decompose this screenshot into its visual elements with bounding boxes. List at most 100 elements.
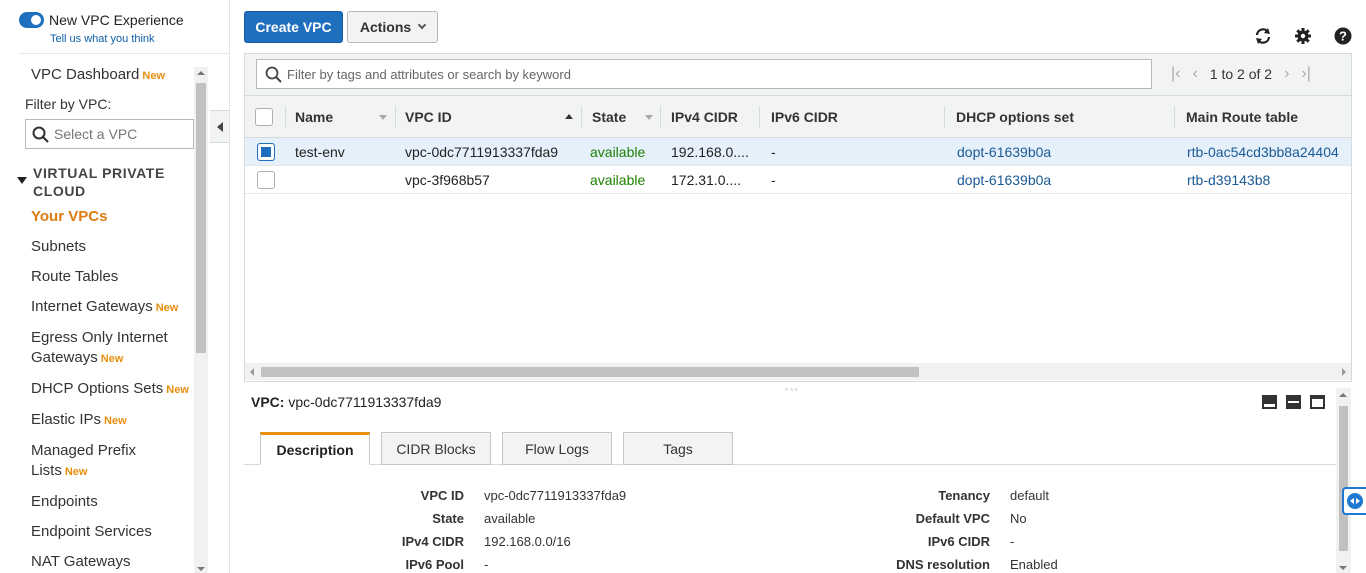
scroll-left-arrow-icon[interactable] <box>250 368 254 376</box>
column-separator <box>944 106 945 128</box>
vpc-table-panel: Filter by tags and attributes or search … <box>244 53 1352 382</box>
nav-managed-prefix-lists[interactable]: Managed Prefix Lists New <box>31 441 136 482</box>
vpc-filter-placeholder: Select a VPC <box>54 126 138 142</box>
nav-your-vpcs[interactable]: Your VPCs <box>31 207 107 227</box>
gear-icon[interactable] <box>1293 26 1313 46</box>
column-separator <box>395 106 396 128</box>
nav-label: Endpoints <box>31 493 98 510</box>
nav-label: NAT Gateways <box>31 553 131 570</box>
search-input[interactable]: Filter by tags and attributes or search … <box>256 59 1152 89</box>
tab-description[interactable]: Description <box>260 432 370 465</box>
nav-label: Subnets <box>31 238 87 255</box>
nav-label: Egress Only Internet <box>31 329 168 346</box>
resize-handle[interactable]: ▫▫▫ <box>785 385 800 394</box>
chevron-down-icon <box>417 20 427 30</box>
nav-dhcp-options-sets[interactable]: DHCP Options Sets New <box>31 379 189 400</box>
new-badge: New <box>100 353 124 365</box>
cell-ipv4-cidr: 172.31.0.... <box>671 172 742 188</box>
column-header-dhcp-options-set[interactable]: DHCP options set <box>956 96 1074 138</box>
feedback-link[interactable]: Tell us what you think <box>50 33 155 45</box>
nav-endpoint-services[interactable]: Endpoint Services <box>31 522 152 542</box>
nav-elastic-ips[interactable]: Elastic IPs New <box>31 410 127 431</box>
refresh-icon[interactable] <box>1253 26 1273 46</box>
nav-egress-only-internet-gateways[interactable]: Egress Only Internet Gateways New <box>31 328 168 369</box>
collapse-sidebar-button[interactable] <box>210 110 230 143</box>
sidebar-scrollbar[interactable] <box>194 67 208 573</box>
remote-support-icon[interactable] <box>1342 487 1366 515</box>
value-tenancy: default <box>1010 488 1050 503</box>
column-header-state[interactable]: State <box>592 96 626 138</box>
cell-dhcp-link[interactable]: dopt-61639b0a <box>957 138 1051 166</box>
column-separator <box>285 106 286 128</box>
sort-icon[interactable] <box>645 115 653 120</box>
scroll-up-arrow-icon[interactable] <box>1339 393 1347 397</box>
nav-label: Your VPCs <box>31 208 108 225</box>
detail-title: VPC: vpc-0dc7711913337fda9 <box>251 394 441 410</box>
row-checkbox[interactable] <box>257 171 275 189</box>
cell-state: available <box>590 172 646 188</box>
tab-flow-logs[interactable]: Flow Logs <box>502 432 612 465</box>
nav-subnets[interactable]: Subnets <box>31 237 86 257</box>
next-page-icon[interactable]: › <box>1284 65 1289 83</box>
column-header-ipv6-cidr[interactable]: IPv6 CIDR <box>771 96 838 138</box>
last-page-icon[interactable]: ›| <box>1301 65 1310 83</box>
section-virtual-private-cloud[interactable]: VIRTUAL PRIVATE CLOUD <box>17 164 193 200</box>
column-header-name[interactable]: Name <box>295 96 333 138</box>
column-separator <box>581 106 582 128</box>
search-icon <box>32 126 49 143</box>
column-header-vpc-id[interactable]: VPC ID <box>405 96 452 138</box>
table-header: Name VPC ID State IPv4 CIDR IPv6 CIDR DH… <box>245 96 1351 138</box>
search-bar: Filter by tags and attributes or search … <box>245 54 1351 96</box>
new-badge: New <box>155 302 179 314</box>
nav-endpoints[interactable]: Endpoints <box>31 492 98 512</box>
scroll-right-arrow-icon[interactable] <box>1342 368 1346 376</box>
value-vpc-id: vpc-0dc7711913337fda9 <box>484 488 627 503</box>
prev-page-icon[interactable]: ‹ <box>1192 65 1197 83</box>
actions-dropdown-button[interactable]: Actions <box>347 11 438 43</box>
sort-ascending-icon[interactable] <box>565 114 573 119</box>
scroll-thumb[interactable] <box>1339 406 1348 551</box>
help-icon[interactable]: ? <box>1333 26 1353 46</box>
cell-dhcp-link[interactable]: dopt-61639b0a <box>957 166 1051 194</box>
detail-title-value: vpc-0dc7711913337fda9 <box>288 394 442 410</box>
nav-route-tables[interactable]: Route Tables <box>31 267 118 287</box>
scroll-down-arrow-icon[interactable] <box>1339 566 1347 570</box>
layout-maximize-detail-icon[interactable] <box>1262 395 1277 409</box>
chevron-left-icon <box>216 121 223 132</box>
scroll-up-arrow-icon[interactable] <box>197 71 205 75</box>
column-header-ipv4-cidr[interactable]: IPv4 CIDR <box>671 96 738 138</box>
new-experience-toggle-row[interactable]: New VPC Experience <box>19 12 184 28</box>
sidebar: New VPC Experience Tell us what you thin… <box>0 0 229 573</box>
caret-down-icon <box>17 177 27 184</box>
nav-label: Internet Gateways <box>31 298 153 315</box>
layout-split-icon[interactable] <box>1286 395 1301 409</box>
nav-internet-gateways[interactable]: Internet Gateways New <box>31 297 178 318</box>
column-separator <box>759 106 760 128</box>
column-header-main-route-table[interactable]: Main Route table <box>1186 96 1298 138</box>
table-row[interactable]: vpc-3f968b57 available 172.31.0.... - do… <box>245 166 1351 194</box>
cell-vpc-id: vpc-0dc7711913337fda9 <box>405 144 559 160</box>
scroll-thumb[interactable] <box>261 367 919 377</box>
sort-icon[interactable] <box>379 115 387 120</box>
detail-title-prefix: VPC: <box>251 394 285 410</box>
new-experience-toggle[interactable] <box>19 12 44 28</box>
tab-tags[interactable]: Tags <box>623 432 733 465</box>
layout-minimize-detail-icon[interactable] <box>1310 395 1325 409</box>
scroll-thumb[interactable] <box>196 83 206 353</box>
tab-cidr-blocks[interactable]: CIDR Blocks <box>381 432 491 465</box>
detail-scrollbar[interactable] <box>1336 388 1351 573</box>
cell-route-table-link[interactable]: rtb-d39143b8 <box>1187 166 1270 194</box>
nav-vpc-dashboard[interactable]: VPC Dashboard New <box>31 65 165 86</box>
row-checkbox[interactable] <box>257 143 275 161</box>
vpc-filter-select[interactable]: Select a VPC <box>25 119 194 149</box>
create-vpc-button[interactable]: Create VPC <box>244 11 343 43</box>
nav-nat-gateways[interactable]: NAT Gateways <box>31 552 130 572</box>
select-all-checkbox[interactable] <box>255 108 273 126</box>
cell-route-table-link[interactable]: rtb-0ac54cd3bb8a24404 <box>1187 138 1339 166</box>
horizontal-scrollbar[interactable] <box>245 363 1351 380</box>
new-badge: New <box>64 466 88 478</box>
new-badge: New <box>142 70 166 82</box>
first-page-icon[interactable]: |‹ <box>1171 65 1180 83</box>
table-row[interactable]: test-env vpc-0dc7711913337fda9 available… <box>245 138 1351 166</box>
scroll-down-arrow-icon[interactable] <box>197 567 205 571</box>
